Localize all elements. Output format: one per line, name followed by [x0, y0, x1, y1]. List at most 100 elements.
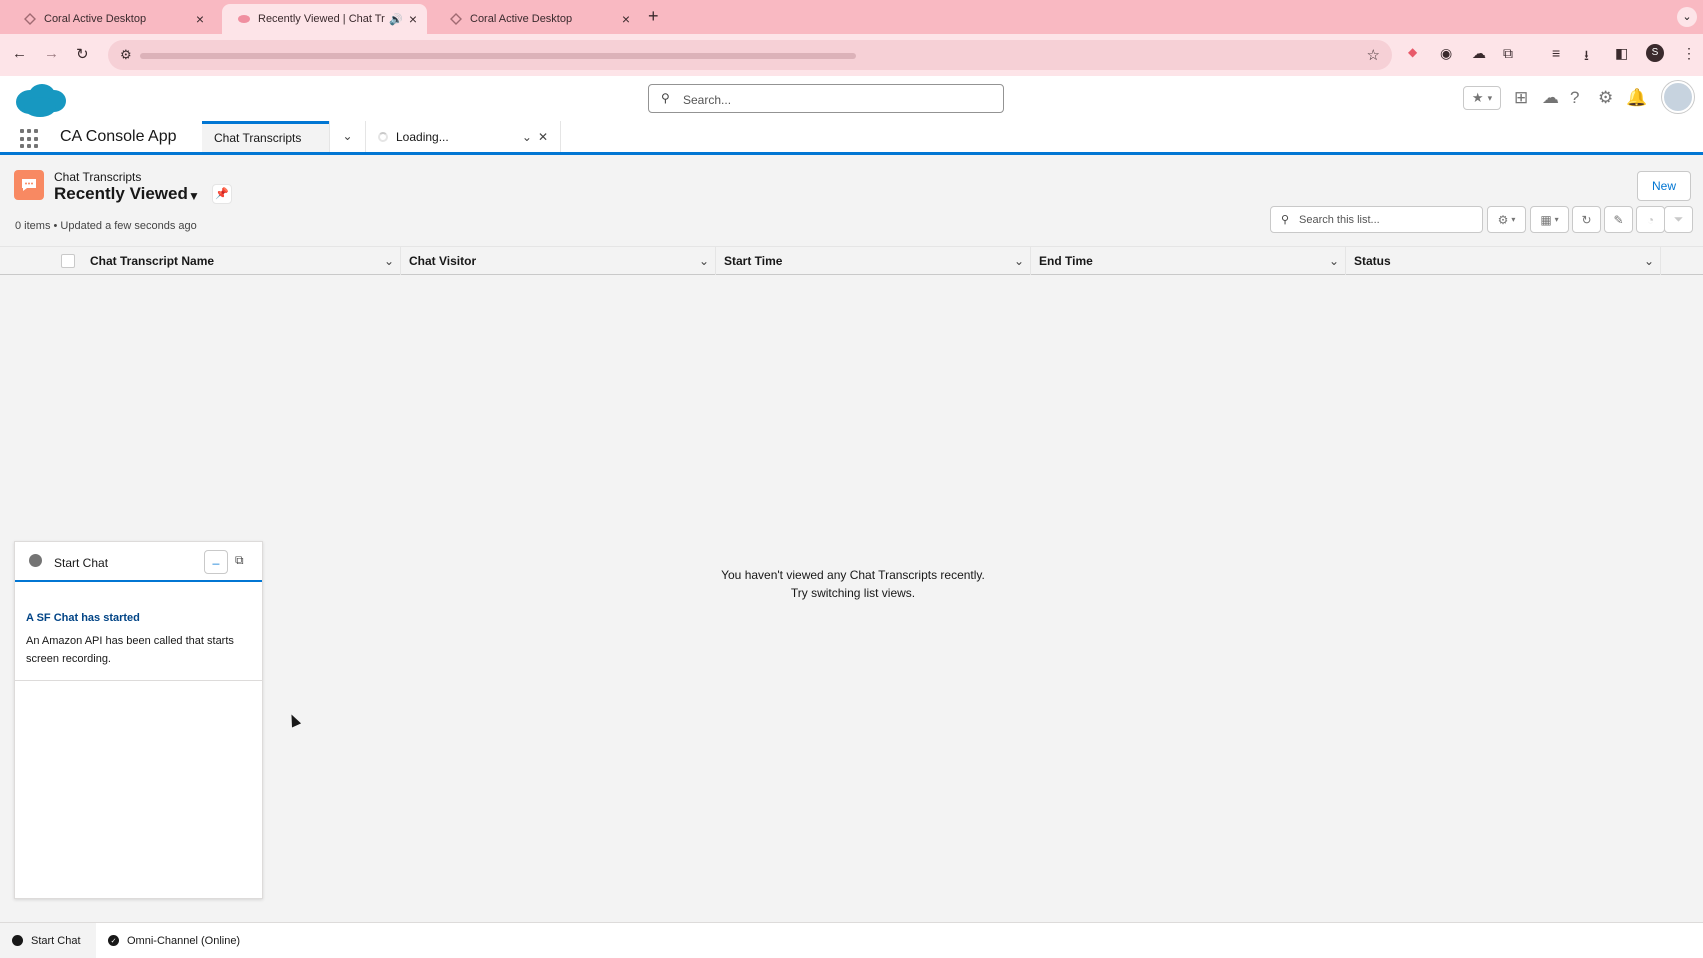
speaker-icon[interactable]: 🔊 — [389, 13, 403, 26]
favorites-button[interactable]: ★ ▾ — [1463, 86, 1501, 110]
extension-icon[interactable]: ◆ — [1408, 45, 1417, 59]
column-header[interactable]: Chat Transcript Name ⌄ — [82, 247, 401, 275]
object-label: Chat Transcripts — [54, 170, 142, 184]
cloud-extension-icon[interactable]: ☁ — [1472, 45, 1486, 62]
workspace-tab-label: Loading... — [396, 129, 449, 144]
edit-list-button[interactable]: ✎ — [1604, 206, 1633, 233]
browser-menu-icon[interactable]: ⋮ — [1682, 45, 1696, 62]
app-name: CA Console App — [60, 128, 177, 145]
notifications-bell-icon[interactable]: 🔔 — [1626, 88, 1647, 108]
close-icon[interactable]: × — [409, 11, 417, 27]
chevron-down-icon[interactable]: ⌄ — [522, 130, 532, 144]
utility-bar: Start Chat ✓ Omni-Channel (Online) — [0, 922, 1703, 958]
column-header-label: Status — [1354, 254, 1391, 268]
reload-icon[interactable]: ↻ — [76, 45, 89, 63]
close-icon[interactable]: ✕ — [538, 130, 548, 144]
workspace-tab-loading[interactable]: Loading... ⌄ ✕ — [366, 121, 561, 152]
site-info-icon[interactable]: ⚙ — [120, 47, 132, 63]
user-avatar[interactable] — [1662, 81, 1694, 113]
address-bar[interactable]: ⚙ ☆ — [108, 40, 1392, 70]
column-header-label: Chat Visitor — [409, 254, 477, 268]
browser-tab-title: Recently Viewed | Chat Tr — [258, 13, 385, 25]
new-tab-button[interactable]: + — [648, 6, 659, 27]
browser-tab[interactable]: Coral Active Desktop × — [434, 4, 640, 34]
pop-out-icon[interactable]: ⧉ — [235, 553, 244, 568]
empty-state-line: Try switching list views. — [790, 586, 916, 600]
help-icon[interactable]: ? — [1570, 88, 1579, 108]
loading-spinner-icon — [378, 131, 388, 142]
global-search-input[interactable]: ⚲ Search... — [648, 84, 1004, 113]
tab-menu-chevron-icon[interactable]: ⌄ — [329, 121, 366, 152]
trailhead-icon[interactable]: ☁ — [1542, 88, 1559, 108]
puzzle-extensions-icon[interactable]: ⧉ — [1503, 45, 1513, 62]
coral-favicon-icon — [24, 13, 36, 25]
start-chat-panel: Start Chat _ ⧉ A SF Chat has started An … — [14, 541, 263, 899]
global-actions-plus-icon[interactable]: ⊞ — [1514, 88, 1528, 108]
salesforce-logo-icon[interactable] — [14, 82, 66, 118]
display-as-button[interactable]: ▦ ▾ — [1530, 206, 1569, 233]
empty-state: You haven't viewed any Chat Transcripts … — [660, 566, 1046, 602]
browser-tab-active[interactable]: Recently Viewed | Chat Tr 🔊 × — [222, 4, 427, 34]
gear-icon: ⚙ — [1497, 212, 1509, 227]
bookmark-star-icon[interactable]: ☆ — [1367, 46, 1380, 64]
panel-title: Start Chat — [54, 556, 109, 570]
tab-search-chevron-icon[interactable]: ⌄ — [1677, 7, 1697, 27]
charts-button[interactable]: ◔ — [1636, 206, 1665, 233]
download-icon[interactable]: ⭳ — [1584, 45, 1589, 69]
filter-icon: ⏷ — [1673, 212, 1684, 226]
coral-favicon-icon — [450, 13, 462, 25]
close-icon[interactable]: × — [196, 11, 204, 27]
workspace-tab-label: Chat Transcripts — [214, 131, 302, 145]
back-arrow-icon[interactable]: ← — [12, 45, 27, 62]
forward-arrow-icon[interactable]: → — [44, 45, 59, 62]
minimize-button[interactable]: _ — [204, 550, 228, 574]
search-icon: ⚲ — [661, 91, 670, 105]
list-view-header: Chat Transcripts Recently Viewed ▼ 📌 0 i… — [0, 158, 1703, 246]
list-search-placeholder: Search this list... — [1299, 214, 1380, 226]
filter-button[interactable]: ⏷ — [1664, 206, 1693, 233]
list-view-meta: 0 items • Updated a few seconds ago — [15, 220, 197, 232]
chevron-down-icon[interactable]: ⌄ — [1014, 254, 1024, 268]
notification-body: An Amazon API has been called that start… — [26, 635, 234, 665]
app-launcher-icon[interactable] — [20, 129, 40, 149]
password-manager-icon[interactable]: ◉ — [1440, 45, 1452, 62]
refresh-button[interactable]: ↻ — [1572, 206, 1601, 233]
side-panel-icon[interactable]: ◧ — [1615, 45, 1628, 62]
list-view-controls-button[interactable]: ⚙ ▾ — [1487, 206, 1526, 233]
app-navigation-bar: CA Console App Chat Transcripts ⌄ Loadin… — [0, 121, 1703, 155]
notification-title[interactable]: A SF Chat has started — [26, 612, 251, 624]
chat-status-icon — [29, 554, 42, 567]
chat-notification-card: A SF Chat has started An Amazon API has … — [15, 582, 262, 681]
pencil-icon: ✎ — [1613, 212, 1624, 227]
pin-icon[interactable]: 📌 — [212, 184, 232, 204]
chevron-down-icon[interactable]: ⌄ — [1329, 254, 1339, 268]
star-icon: ★ — [1471, 90, 1484, 105]
global-header: ⚲ Search... ★ ▾ ⊞ ☁ ? ⚙ 🔔 — [0, 76, 1703, 121]
utility-item-start-chat[interactable]: Start Chat — [0, 923, 96, 958]
list-search-input[interactable]: ⚲ Search this list... — [1270, 206, 1483, 233]
list-view-title[interactable]: Recently Viewed — [54, 184, 188, 204]
online-check-icon: ✓ — [108, 935, 119, 946]
url-redacted — [140, 53, 856, 59]
column-header[interactable]: End Time ⌄ — [1031, 247, 1346, 275]
close-icon[interactable]: × — [622, 11, 630, 27]
column-header[interactable]: Chat Visitor ⌄ — [401, 247, 716, 275]
column-header[interactable]: Start Time ⌄ — [716, 247, 1031, 275]
utility-item-omni-channel[interactable]: ✓ Omni-Channel (Online) — [96, 923, 252, 958]
empty-state-line: You haven't viewed any Chat Transcripts … — [721, 568, 985, 582]
chevron-down-icon[interactable]: ⌄ — [1644, 254, 1654, 268]
browser-tab-title: Coral Active Desktop — [44, 13, 147, 25]
list-view-switcher-icon[interactable]: ▼ — [188, 189, 200, 203]
profile-avatar[interactable]: S — [1646, 44, 1664, 62]
new-button[interactable]: New — [1637, 171, 1691, 201]
browser-tab[interactable]: Coral Active Desktop × — [8, 4, 214, 34]
column-header[interactable]: Status ⌄ — [1346, 247, 1661, 275]
workspace-tab-chat-transcripts[interactable]: Chat Transcripts — [202, 121, 329, 152]
chevron-down-icon[interactable]: ⌄ — [384, 254, 394, 268]
media-controls-icon[interactable]: ≡ — [1552, 45, 1560, 61]
chat-transcript-object-icon — [14, 170, 44, 200]
chevron-down-icon[interactable]: ⌄ — [699, 254, 709, 268]
setup-gear-icon[interactable]: ⚙ — [1598, 88, 1613, 108]
mouse-cursor-icon — [286, 712, 302, 728]
select-all-checkbox[interactable] — [61, 254, 75, 268]
